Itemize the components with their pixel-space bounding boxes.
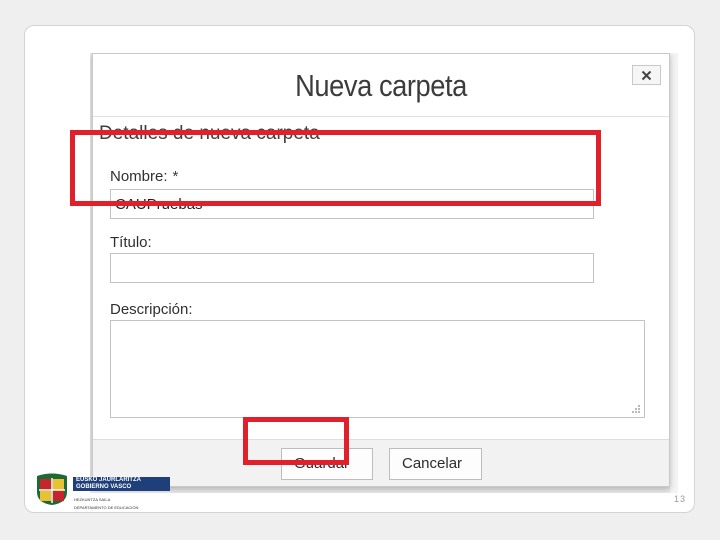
background-page-edge xyxy=(670,53,678,493)
description-label: Descripción: xyxy=(110,301,193,318)
logo-dept-2: DEPARTAMENTO DE EDUCACIÓN xyxy=(74,505,139,510)
slide: Nueva carpeta Detalles de nueva carpeta … xyxy=(24,25,695,513)
title-input[interactable] xyxy=(110,253,594,283)
coat-of-arms-icon xyxy=(37,473,67,505)
logo-line-2: GOBIERNO VASCO xyxy=(76,484,132,490)
name-field-highlight xyxy=(70,130,601,206)
close-button[interactable] xyxy=(632,65,661,85)
close-icon xyxy=(641,70,652,80)
dialog-footer: Guardar Cancelar xyxy=(93,439,669,486)
title-label: Título: xyxy=(110,234,152,251)
resize-grip-icon[interactable] xyxy=(631,404,641,414)
logo-line-1: EUSKO JAURLARITZA xyxy=(76,477,142,483)
dialog-header: Nueva carpeta xyxy=(93,54,669,117)
gobierno-vasco-logo: EUSKO JAURLARITZA GOBIERNO VASCO HEZKUNT… xyxy=(34,472,174,512)
page-number: 13 xyxy=(673,494,686,504)
dialog-title: Nueva carpeta xyxy=(295,68,467,103)
dialog-screenshot: Nueva carpeta Detalles de nueva carpeta … xyxy=(90,53,678,493)
cancel-button[interactable]: Cancelar xyxy=(389,448,482,480)
new-folder-dialog: Nueva carpeta Detalles de nueva carpeta … xyxy=(92,53,670,487)
description-textarea[interactable] xyxy=(110,320,645,418)
save-button-highlight xyxy=(243,417,349,465)
logo-dept-1: HEZKUNTZA SAILA xyxy=(74,497,111,502)
